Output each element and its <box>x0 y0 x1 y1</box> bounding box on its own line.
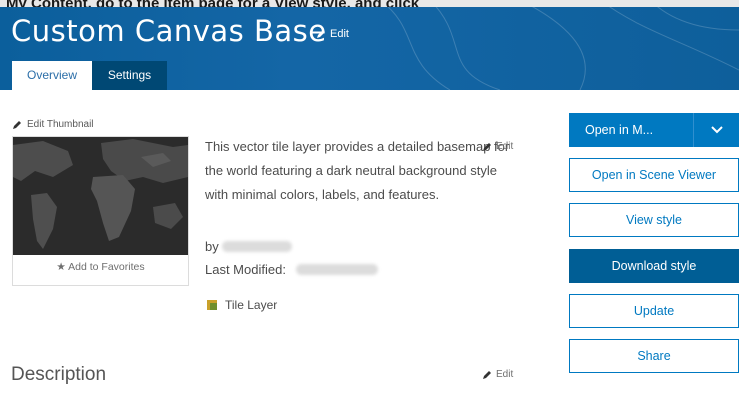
edit-summary-button[interactable]: Edit <box>482 141 513 152</box>
item-type-row: Tile Layer <box>207 298 277 312</box>
edit-summary-label: Edit <box>496 141 514 152</box>
by-label: by <box>205 239 219 254</box>
chevron-down-icon <box>710 126 723 134</box>
edit-thumbnail-label: Edit Thumbnail <box>27 119 94 130</box>
tab-settings[interactable]: Settings <box>92 61 167 90</box>
star-icon: ★ <box>56 261 66 273</box>
last-modified-label: Last Modified: <box>205 262 286 277</box>
page-title: Custom Canvas Base <box>11 14 327 48</box>
pencil-icon <box>12 120 22 130</box>
description-heading: Description <box>11 364 107 385</box>
edit-description-button[interactable]: Edit <box>482 369 513 380</box>
last-modified-row: Last Modified: <box>205 262 378 277</box>
edit-description-label: Edit <box>496 369 514 380</box>
update-button[interactable]: Update <box>569 294 739 328</box>
edit-thumbnail-button[interactable]: Edit Thumbnail <box>12 119 94 130</box>
open-in-dropdown-toggle[interactable] <box>693 113 739 147</box>
tab-overview[interactable]: Overview <box>12 61 92 90</box>
last-modified-date-blurred <box>295 264 378 275</box>
add-to-favorites-label: Add to Favorites <box>68 261 145 273</box>
edit-title-label: Edit <box>330 28 349 40</box>
dark-basemap-thumbnail <box>13 137 188 255</box>
add-to-favorites-button[interactable]: ★ Add to Favorites <box>13 261 188 273</box>
item-summary: This vector tile layer provides a detail… <box>205 139 510 202</box>
open-in-scene-viewer-button[interactable]: Open in Scene Viewer <box>569 158 739 192</box>
cropped-instruction-text: My Content, go to the item page for a Vi… <box>0 0 739 7</box>
item-tabs: Overview Settings <box>12 61 167 90</box>
open-in-map-button[interactable]: Open in M... <box>569 113 693 147</box>
owner-name-blurred[interactable] <box>221 241 292 252</box>
owner-row: by <box>205 239 292 254</box>
pencil-icon <box>482 370 492 380</box>
share-button[interactable]: Share <box>569 339 739 373</box>
tile-layer-icon <box>207 300 217 310</box>
pencil-icon <box>482 142 492 152</box>
thumbnail-card: ★ Add to Favorites <box>12 136 189 286</box>
view-style-button[interactable]: View style <box>569 203 739 237</box>
item-type-label: Tile Layer <box>225 298 278 312</box>
item-header-banner: My Content, go to the item page for a Vi… <box>0 0 739 90</box>
download-style-button[interactable]: Download style <box>569 249 739 283</box>
pencil-icon <box>316 29 326 39</box>
edit-title-button[interactable]: Edit <box>316 28 349 40</box>
open-in-map-split-button: Open in M... <box>569 113 739 147</box>
